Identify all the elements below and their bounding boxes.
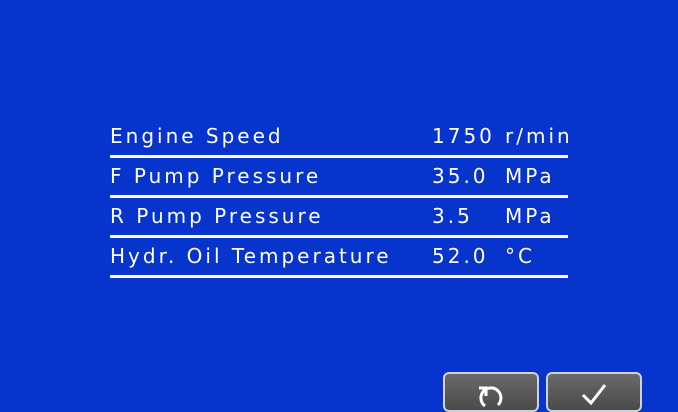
reading-label: Hydr. Oil Temperature: [110, 244, 392, 268]
back-button[interactable]: [443, 372, 539, 412]
readings-table: Engine Speed 1750 r/min F Pump Pressure …: [110, 118, 570, 278]
reading-unit: MPa: [505, 164, 555, 188]
reading-label: F Pump Pressure: [110, 164, 322, 188]
return-icon: [479, 386, 503, 408]
reading-value: 35.0: [432, 164, 489, 188]
checkmark-icon: [581, 384, 607, 406]
confirm-button[interactable]: [546, 372, 642, 412]
monitor-screen: Engine Speed 1750 r/min F Pump Pressure …: [0, 0, 678, 412]
reading-unit: °C: [505, 244, 535, 268]
reading-value: 3.5: [432, 204, 473, 228]
reading-row-hydr-oil-temperature: Hydr. Oil Temperature 52.0 °C: [110, 238, 568, 278]
reading-unit: r/min: [505, 124, 573, 148]
reading-value: 1750: [432, 124, 495, 148]
reading-unit: MPa: [505, 204, 555, 228]
reading-row-f-pump-pressure: F Pump Pressure 35.0 MPa: [110, 158, 568, 198]
reading-value: 52.0: [432, 244, 489, 268]
reading-label: R Pump Pressure: [110, 204, 324, 228]
reading-row-engine-speed: Engine Speed 1750 r/min: [110, 118, 570, 158]
reading-label: Engine Speed: [110, 124, 284, 148]
reading-row-r-pump-pressure: R Pump Pressure 3.5 MPa: [110, 198, 568, 238]
